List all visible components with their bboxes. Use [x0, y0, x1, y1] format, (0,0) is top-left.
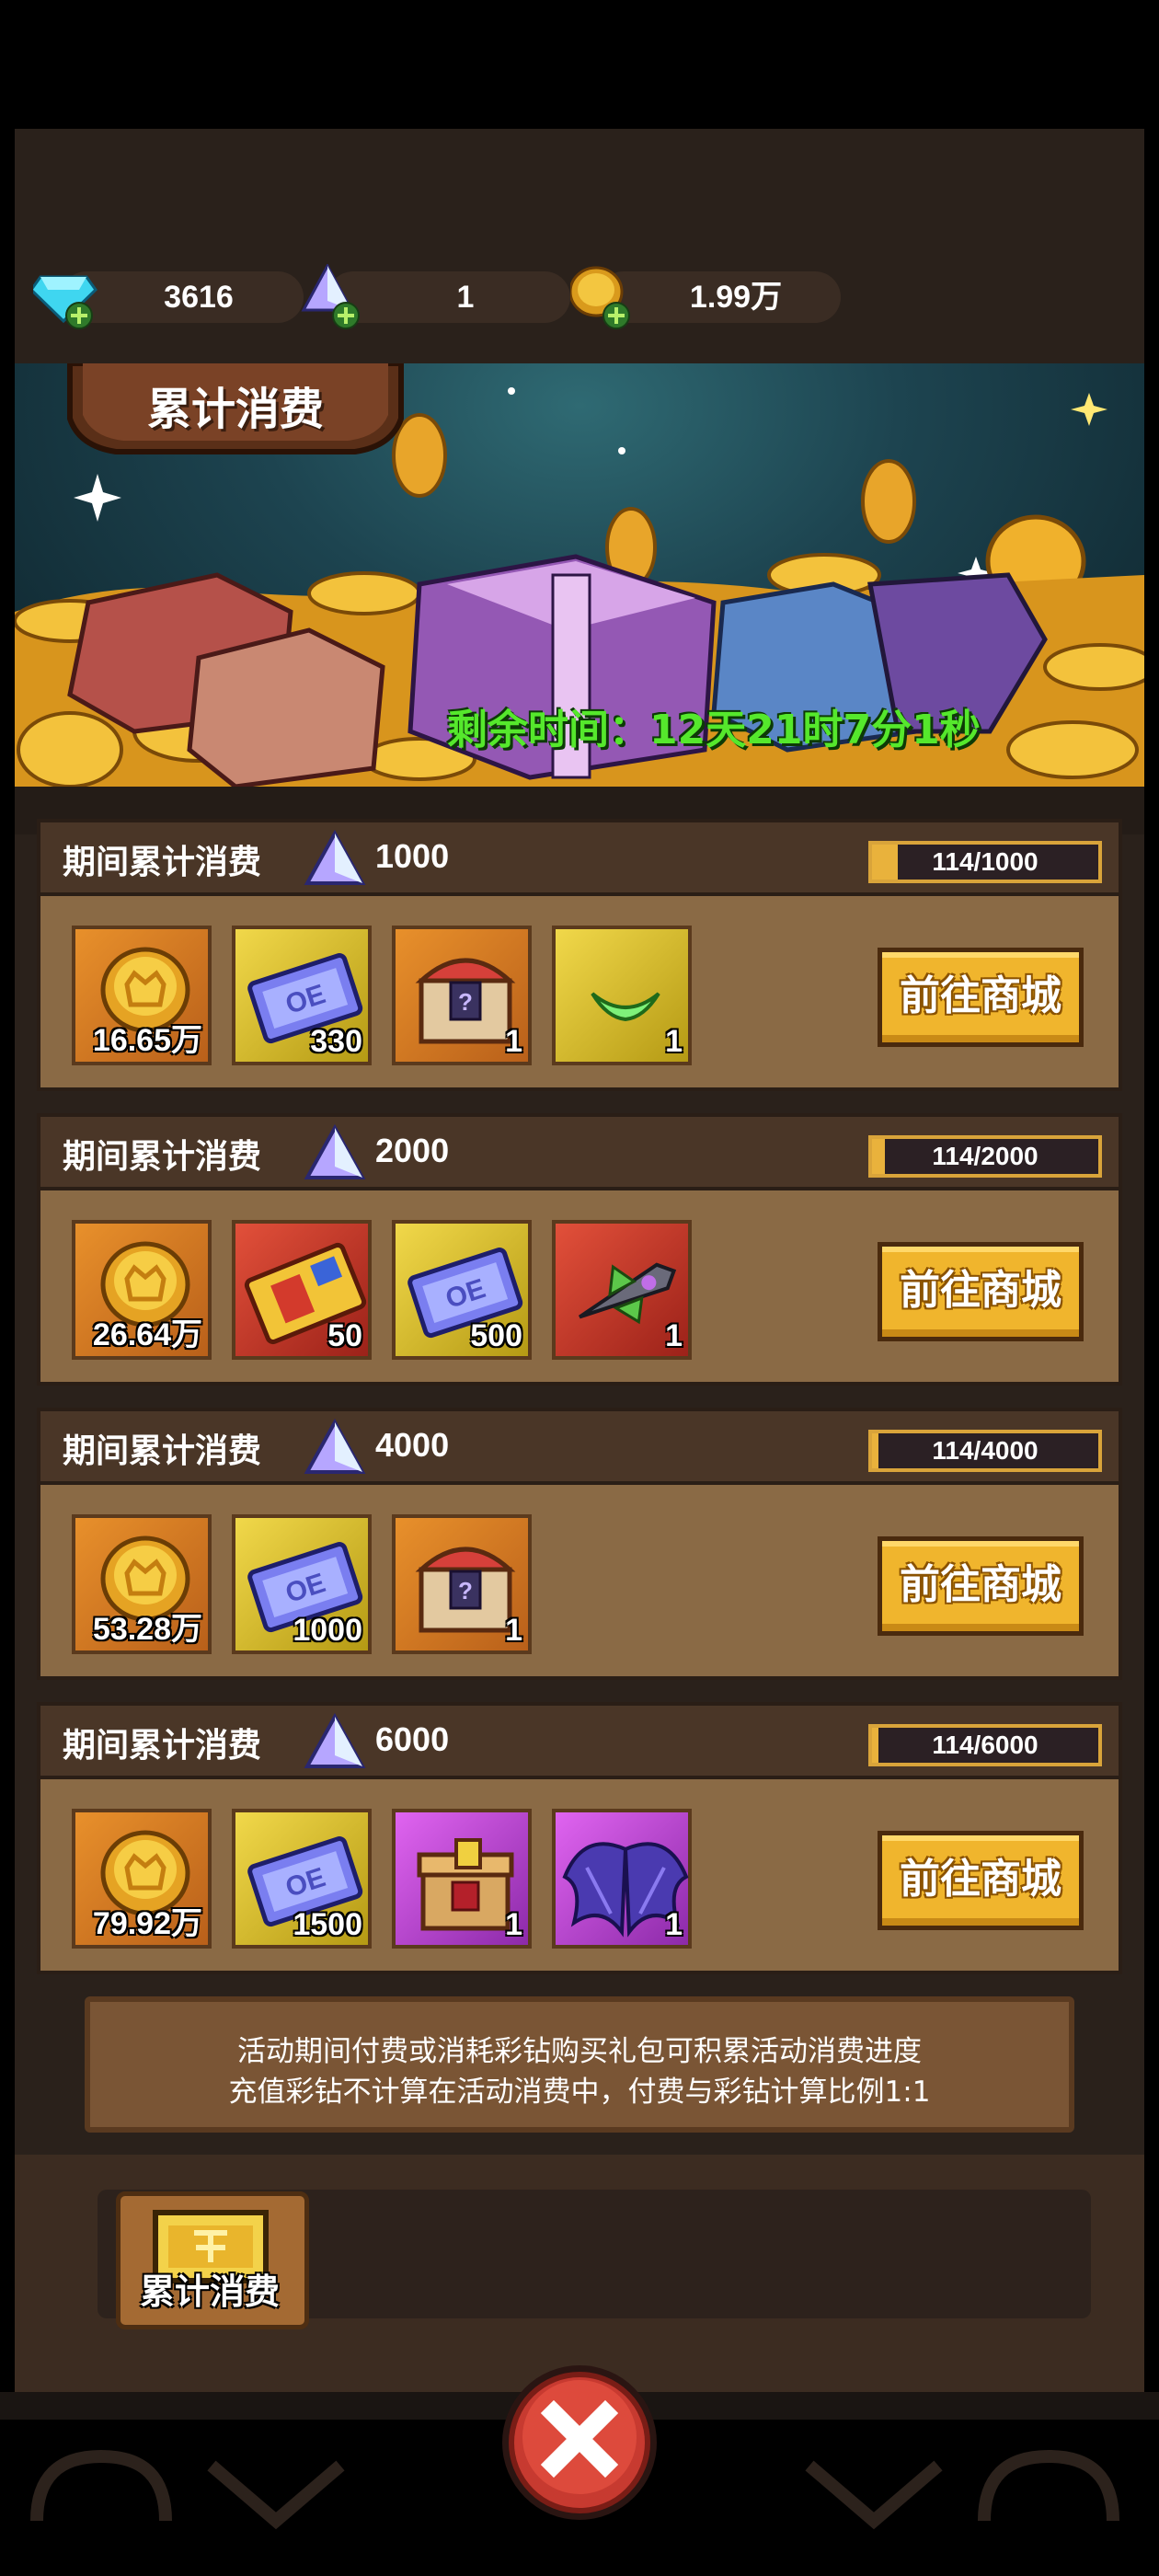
- go-to-shop-label: 前往商城: [900, 1267, 1061, 1314]
- go-to-shop-label: 前往商城: [900, 972, 1061, 1019]
- banner-title: 累计消费: [146, 384, 324, 435]
- reward-quantity: 1: [505, 1907, 522, 1942]
- reward-slot[interactable]: 53.28万: [72, 1514, 212, 1654]
- crystal-icon: [304, 1419, 366, 1474]
- reward-slot[interactable]: 1: [552, 1220, 692, 1360]
- tier-rewards: 26.64万 50 OE 500 1: [72, 1220, 712, 1360]
- tier-header: 期间累计消费 1000 114/1000: [37, 819, 1122, 896]
- tier-label: 期间累计消费: [63, 1727, 262, 1765]
- tier-progress-bar: 114/2000: [868, 1135, 1102, 1178]
- go-to-shop-label: 前往商城: [900, 1561, 1061, 1608]
- reward-quantity: 1000: [293, 1613, 362, 1648]
- tier-progress-bar: 114/1000: [868, 841, 1102, 883]
- reward-slot[interactable]: 1: [392, 1809, 532, 1949]
- reward-slot[interactable]: ? 1: [392, 926, 532, 1065]
- tier-body: 26.64万 50 OE 500 1 前往商城: [37, 1190, 1122, 1386]
- tab-cumulative-spend-label: 累计消费: [139, 2271, 280, 2312]
- go-to-shop-label: 前往商城: [900, 1856, 1061, 1903]
- svg-text:?: ?: [458, 1577, 473, 1604]
- reward-slot[interactable]: 1: [552, 1809, 692, 1949]
- reward-slot[interactable]: ? 1: [392, 1514, 532, 1654]
- go-to-shop-button[interactable]: 前往商城: [878, 1536, 1084, 1636]
- go-to-shop-button[interactable]: 前往商城: [878, 1831, 1084, 1930]
- tier-header: 期间累计消费 4000 114/4000: [37, 1408, 1122, 1485]
- gold-coin-icon: [570, 266, 630, 329]
- reward-slot[interactable]: OE 330: [232, 926, 372, 1065]
- reward-slot[interactable]: OE 1500: [232, 1809, 372, 1949]
- reward-quantity: 1: [665, 1024, 683, 1059]
- tier-amount: 1000: [375, 837, 450, 875]
- crystal-icon: [301, 264, 360, 329]
- reward-quantity: 79.92万: [92, 1906, 202, 1941]
- crystal-icon: [304, 1713, 366, 1768]
- notice-line-2: 充值彩钻不计算在活动消费中，付费与彩钻计算比例1:1: [228, 2076, 931, 2109]
- reward-slot[interactable]: OE 500: [392, 1220, 532, 1360]
- reward-slot[interactable]: 50: [232, 1220, 372, 1360]
- reward-slot[interactable]: 26.64万: [72, 1220, 212, 1360]
- reward-quantity: 53.28万: [92, 1612, 202, 1647]
- banner-title-plaque: 累计消费: [61, 363, 410, 465]
- svg-text:?: ?: [458, 988, 473, 1016]
- tier-amount: 4000: [375, 1426, 450, 1464]
- reward-quantity: 26.64万: [92, 1317, 202, 1352]
- reward-quantity: 500: [470, 1318, 522, 1353]
- countdown-timer: 剩余时间：12天21时7分1秒: [447, 707, 981, 753]
- reward-slot[interactable]: 1: [552, 926, 692, 1065]
- tier-progress-text: 114/1000: [932, 847, 1039, 876]
- go-to-shop-button[interactable]: 前往商城: [878, 1242, 1084, 1341]
- reward-quantity: 50: [327, 1318, 362, 1353]
- tier-progress-text: 114/2000: [932, 1142, 1039, 1170]
- reward-slot[interactable]: OE 1000: [232, 1514, 372, 1654]
- tier-progress-bar: 114/6000: [868, 1724, 1102, 1766]
- tier-label: 期间累计消费: [63, 1432, 262, 1470]
- tier-rewards: 79.92万 OE 1500 1 1: [72, 1809, 712, 1949]
- tier-body: 53.28万 OE 1000 ? 1 前往商城: [37, 1485, 1122, 1680]
- tier-header: 期间累计消费 6000 114/6000: [37, 1702, 1122, 1779]
- crystal-icon: [304, 1124, 366, 1179]
- tier-body: 16.65万 OE 330 ? 1 1 前往商城: [37, 896, 1122, 1091]
- crystal-icon: [304, 830, 366, 885]
- tier-rewards: 16.65万 OE 330 ? 1 1: [72, 926, 712, 1065]
- reward-quantity: 16.65万: [92, 1023, 202, 1058]
- tier-body: 79.92万 OE 1500 1 1 前往商城: [37, 1779, 1122, 1974]
- tier-header: 期间累计消费 2000 114/2000: [37, 1113, 1122, 1190]
- tier-progress-text: 114/6000: [932, 1731, 1039, 1759]
- tier-progress-bar: 114/4000: [868, 1430, 1102, 1472]
- close-button[interactable]: [497, 2360, 662, 2525]
- crystal-count: 1: [456, 280, 475, 315]
- reward-quantity: 1500: [293, 1907, 362, 1942]
- close-icon: [502, 2365, 657, 2520]
- gold-count: 1.99万: [689, 280, 783, 315]
- notice-line-1: 活动期间付费或消耗彩钻购买礼包可积累活动消费进度: [237, 2035, 922, 2068]
- tier-amount: 2000: [375, 1132, 450, 1169]
- event-banner: 累计消费 剩余时间：12天21时7分1秒: [15, 363, 1144, 787]
- diamond-icon: [33, 275, 98, 329]
- go-to-shop-button[interactable]: 前往商城: [878, 948, 1084, 1047]
- reward-quantity: 1: [505, 1613, 522, 1648]
- reward-quantity: 330: [310, 1024, 362, 1059]
- tier-label: 期间累计消费: [63, 844, 262, 881]
- diamond-count: 3616: [164, 280, 234, 315]
- reward-slot[interactable]: 16.65万: [72, 926, 212, 1065]
- tier-amount: 6000: [375, 1720, 450, 1758]
- reward-quantity: 1: [665, 1907, 683, 1942]
- event-notice: 活动期间付费或消耗彩钻购买礼包可积累活动消费进度 充值彩钻不计算在活动消费中，付…: [85, 1996, 1074, 2133]
- tier-label: 期间累计消费: [63, 1138, 262, 1176]
- reward-quantity: 1: [505, 1024, 522, 1059]
- tier-rewards: 53.28万 OE 1000 ? 1: [72, 1514, 552, 1654]
- tier-progress-text: 114/4000: [932, 1436, 1039, 1465]
- reward-slot[interactable]: 79.92万: [72, 1809, 212, 1949]
- reward-quantity: 1: [665, 1318, 683, 1353]
